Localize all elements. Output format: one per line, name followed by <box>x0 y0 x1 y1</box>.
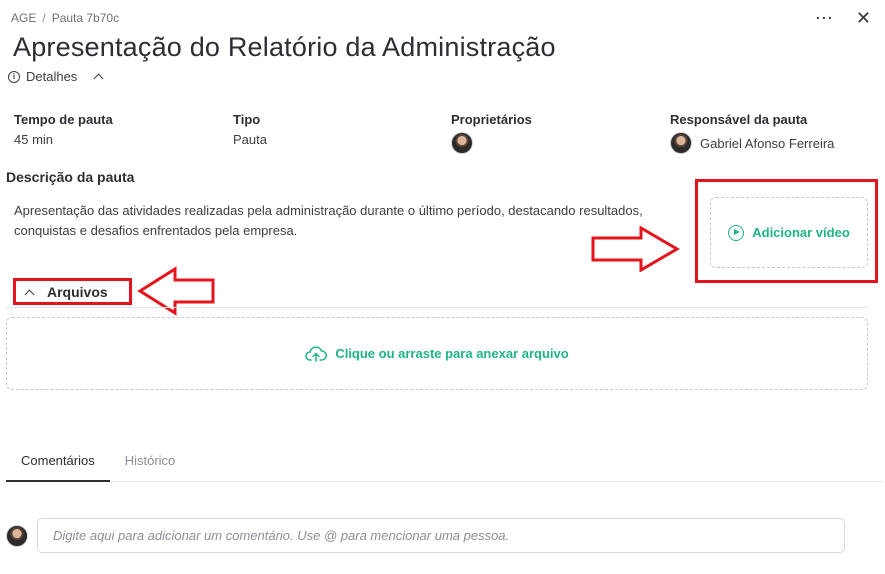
responsible-label: Responsável da pauta <box>670 112 808 127</box>
annotation-arrow-left-icon <box>137 266 215 316</box>
type-label: Tipo <box>233 112 261 127</box>
close-icon[interactable]: ✕ <box>856 8 871 28</box>
divider <box>6 307 868 308</box>
meta-duration: Tempo de pauta 45 min <box>14 112 113 147</box>
meta-responsible: Responsável da pauta Gabriel Afonso Ferr… <box>670 112 834 154</box>
files-title: Arquivos <box>47 284 108 300</box>
breadcrumb-current: Pauta 7b70c <box>51 11 120 25</box>
info-icon: i <box>8 70 20 83</box>
type-value: Pauta <box>233 132 267 147</box>
details-label: Detalhes <box>26 69 78 84</box>
responsible-avatar[interactable] <box>670 132 692 154</box>
description-title: Descrição da pauta <box>6 169 135 185</box>
breadcrumb-parent[interactable]: AGE <box>11 11 36 25</box>
duration-value: 45 min <box>14 132 54 147</box>
add-video-button[interactable]: Adicionar vídeo <box>710 197 868 268</box>
meta-type: Tipo Pauta <box>233 112 267 147</box>
comment-input[interactable] <box>37 518 845 553</box>
add-video-label: Adicionar vídeo <box>752 225 850 240</box>
chevron-up-icon <box>93 73 104 84</box>
details-toggle[interactable]: i Detalhes <box>8 69 104 84</box>
current-user-avatar <box>6 524 28 547</box>
page-title: Apresentação do Relatório da Administraç… <box>13 32 556 62</box>
file-drop-zone[interactable]: Clique ou arraste para anexar arquivo <box>6 317 868 390</box>
breadcrumb: AGE / Pauta 7b70c <box>11 11 119 25</box>
more-options-icon[interactable]: ⋯ <box>815 8 834 28</box>
tab-comments[interactable]: Comentários <box>6 445 110 482</box>
annotation-arrow-right-icon <box>591 226 680 272</box>
owner-avatar[interactable] <box>451 132 473 154</box>
owners-label: Proprietários <box>451 112 532 127</box>
responsible-name: Gabriel Afonso Ferreira <box>700 135 835 151</box>
cloud-upload-icon <box>305 345 328 362</box>
duration-label: Tempo de pauta <box>14 112 113 127</box>
comment-row <box>6 518 845 553</box>
play-circle-icon <box>728 224 745 241</box>
chevron-up-icon <box>24 289 35 300</box>
tab-history[interactable]: Histórico <box>110 445 191 482</box>
breadcrumb-separator: / <box>42 11 46 25</box>
top-actions: ⋯ ✕ <box>815 8 871 28</box>
meta-owners: Proprietários <box>451 112 532 154</box>
tabs: Comentários Histórico <box>6 445 882 482</box>
files-toggle[interactable]: Arquivos <box>24 284 108 300</box>
file-drop-label: Clique ou arraste para anexar arquivo <box>335 346 569 361</box>
description-text[interactable]: Apresentação das atividades realizadas p… <box>14 201 644 241</box>
